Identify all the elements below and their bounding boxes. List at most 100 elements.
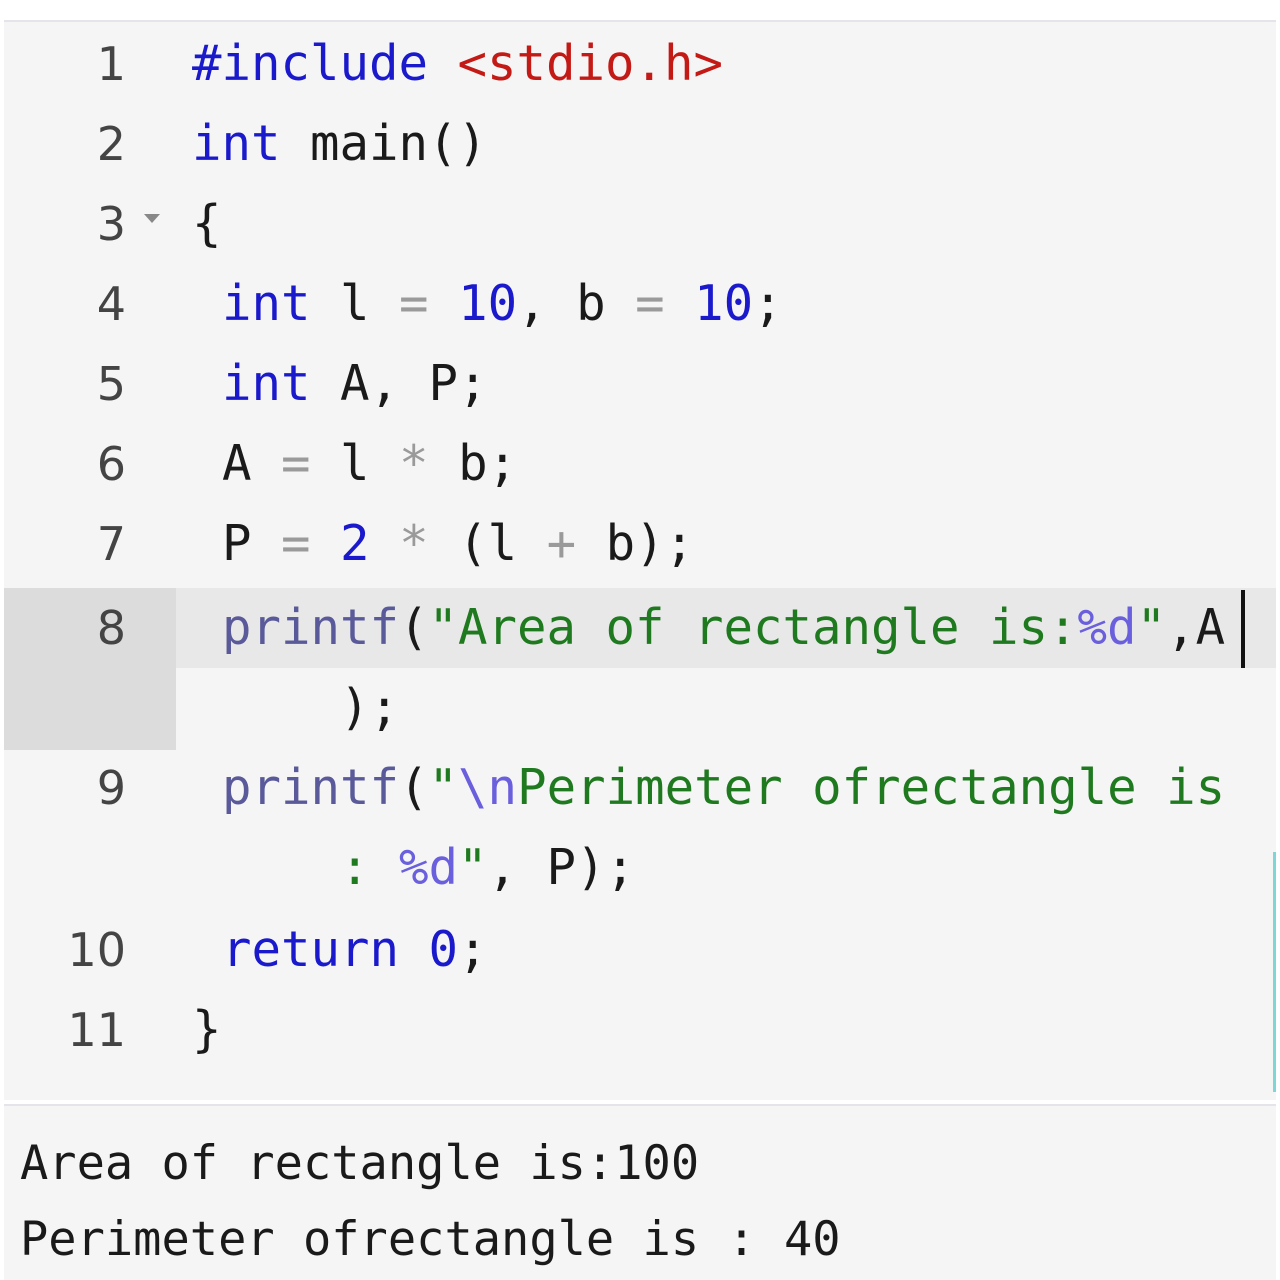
line-gutter: 1 — [4, 24, 176, 104]
code-token: int — [222, 275, 311, 332]
code-token: <stdio.h> — [457, 35, 724, 92]
code-token: : — [222, 839, 400, 896]
code-token: A, P; — [310, 355, 488, 412]
code-token: int — [222, 355, 311, 412]
code-text: P = 2 * (l + b); — [222, 504, 694, 584]
code-token: = — [399, 275, 429, 332]
code-token: \n — [458, 759, 518, 816]
code-token: main() — [280, 115, 488, 172]
code-token: #include — [192, 35, 458, 92]
code-text: int main() — [192, 104, 487, 184]
scrollbar-edge[interactable] — [1273, 852, 1276, 1092]
code-token: printf — [222, 599, 400, 656]
code-token: + — [546, 515, 577, 572]
line-gutter: 4 — [4, 264, 176, 344]
code-token: , b — [517, 275, 636, 332]
code-token: 10 — [458, 275, 518, 332]
line-gutter: 2 — [4, 104, 176, 184]
code-line[interactable]: : %d", P); — [4, 828, 1276, 908]
output-line-1: Area of rectangle is:100 — [20, 1136, 700, 1191]
code-line[interactable]: 5 int A, P; — [4, 344, 1276, 424]
code-token: ,A — [1166, 599, 1226, 656]
code-token: , P); — [487, 839, 636, 896]
code-text: int l = 10, b = 10; — [222, 264, 783, 344]
line-gutter: 6 — [4, 424, 176, 504]
code-token: (l — [428, 515, 547, 572]
line-number: 8 — [96, 601, 126, 655]
code-token: = — [635, 275, 665, 332]
code-token: "Area of rectangle is: — [428, 599, 1078, 656]
code-line[interactable]: 2 int main() — [4, 104, 1276, 184]
line-gutter: 11 — [4, 990, 176, 1070]
code-token: * — [399, 515, 429, 572]
code-line[interactable]: 7 P = 2 * (l + b); — [4, 504, 1276, 584]
code-token: b; — [428, 435, 518, 492]
code-runner-window: 1 #include <stdio.h> 2 int main() 3{4 int l =… — [0, 0, 1280, 1280]
output-line-2: Perimeter ofrectangle is : 40 — [20, 1212, 841, 1267]
line-gutter: 3 — [4, 184, 176, 264]
code-token: " — [458, 839, 488, 896]
line-number: 5 — [96, 357, 126, 411]
code-token: } — [192, 1001, 222, 1058]
code-token: * — [399, 435, 429, 492]
code-token: = — [281, 515, 311, 572]
fold-caret-down-icon[interactable] — [144, 214, 160, 223]
code-line[interactable]: ); — [4, 668, 1276, 748]
code-line[interactable]: 11} — [4, 990, 1276, 1070]
code-token: ; — [753, 275, 783, 332]
line-gutter: 5 — [4, 344, 176, 424]
code-token: return — [222, 921, 400, 978]
line-number: 2 — [96, 117, 126, 171]
line-number: 10 — [67, 923, 126, 977]
code-text: A = l * b; — [222, 424, 517, 504]
code-text: printf("Area of rectangle is:%d",A — [222, 588, 1225, 668]
code-token: ( — [399, 599, 429, 656]
code-editor[interactable]: 1 #include <stdio.h> 2 int main() 3{4 int l =… — [4, 20, 1276, 1100]
code-text: return 0; — [222, 910, 488, 990]
code-token: %d — [1077, 599, 1137, 656]
code-token: ; — [458, 921, 488, 978]
line-number: 1 — [96, 37, 126, 91]
code-text: { — [192, 184, 222, 264]
code-line[interactable]: 8 printf("Area of rectangle is:%d",A — [4, 588, 1276, 668]
code-token: ( — [399, 759, 429, 816]
code-token: 10 — [694, 275, 754, 332]
code-line[interactable]: 6 A = l * b; — [4, 424, 1276, 504]
line-gutter — [4, 828, 176, 908]
line-gutter: 9 — [4, 748, 176, 828]
code-token: 0 — [428, 921, 459, 978]
code-token: 2 — [340, 515, 370, 572]
line-number: 7 — [96, 517, 126, 571]
line-number: 6 — [96, 437, 126, 491]
code-token: printf — [222, 759, 400, 816]
code-token: l — [310, 275, 400, 332]
output-panel: Area of rectangle is:100 Perimeter ofrec… — [4, 1104, 1276, 1280]
code-line[interactable]: 3{ — [4, 184, 1276, 264]
code-text: int A, P; — [222, 344, 488, 424]
line-number: 11 — [67, 1003, 126, 1057]
line-gutter: 10 — [4, 910, 176, 990]
code-token: Perimeter ofrectangle is — [517, 759, 1226, 816]
code-line[interactable]: 9 printf("\nPerimeter ofrectangle is — [4, 748, 1276, 828]
text-cursor — [1241, 590, 1245, 668]
code-text: #include <stdio.h> — [192, 24, 723, 104]
code-text: ); — [222, 668, 399, 748]
code-line[interactable]: 10 return 0; — [4, 910, 1276, 990]
line-number: 3 — [96, 197, 126, 251]
line-gutter — [4, 668, 176, 748]
code-token: ); — [222, 679, 400, 736]
code-token: int — [192, 115, 281, 172]
code-token: { — [192, 195, 222, 252]
code-line[interactable]: 4 int l = 10, b = 10; — [4, 264, 1276, 344]
code-token: " — [428, 759, 459, 816]
line-gutter: 7 — [4, 504, 176, 584]
line-number: 9 — [96, 761, 126, 815]
code-token: P — [222, 515, 282, 572]
code-token: %d — [399, 839, 459, 896]
code-text: } — [192, 990, 222, 1070]
code-line[interactable]: 1 #include <stdio.h> — [4, 24, 1276, 104]
